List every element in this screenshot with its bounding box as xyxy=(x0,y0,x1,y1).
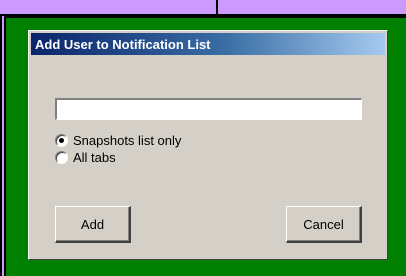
radio-snapshots-list-only[interactable]: Snapshots list only xyxy=(55,133,181,148)
radio-label-all-tabs: All tabs xyxy=(73,150,116,165)
dialog-title: Add User to Notification List xyxy=(35,36,211,52)
radio-dot-icon xyxy=(59,138,64,143)
radio-button-unselected[interactable] xyxy=(55,151,68,164)
dialog-title-bar[interactable]: Add User to Notification List xyxy=(31,33,385,55)
cancel-button[interactable]: Cancel xyxy=(286,206,362,243)
left-border-line xyxy=(0,14,2,276)
user-name-input[interactable] xyxy=(55,98,362,120)
add-button[interactable]: Add xyxy=(55,206,131,243)
add-user-dialog: Add User to Notification List Snapshots … xyxy=(28,30,388,260)
radio-button-selected[interactable] xyxy=(55,134,68,147)
radio-label-snapshots: Snapshots list only xyxy=(73,133,182,148)
top-divider-line xyxy=(216,0,218,14)
radio-all-tabs[interactable]: All tabs xyxy=(55,150,116,165)
